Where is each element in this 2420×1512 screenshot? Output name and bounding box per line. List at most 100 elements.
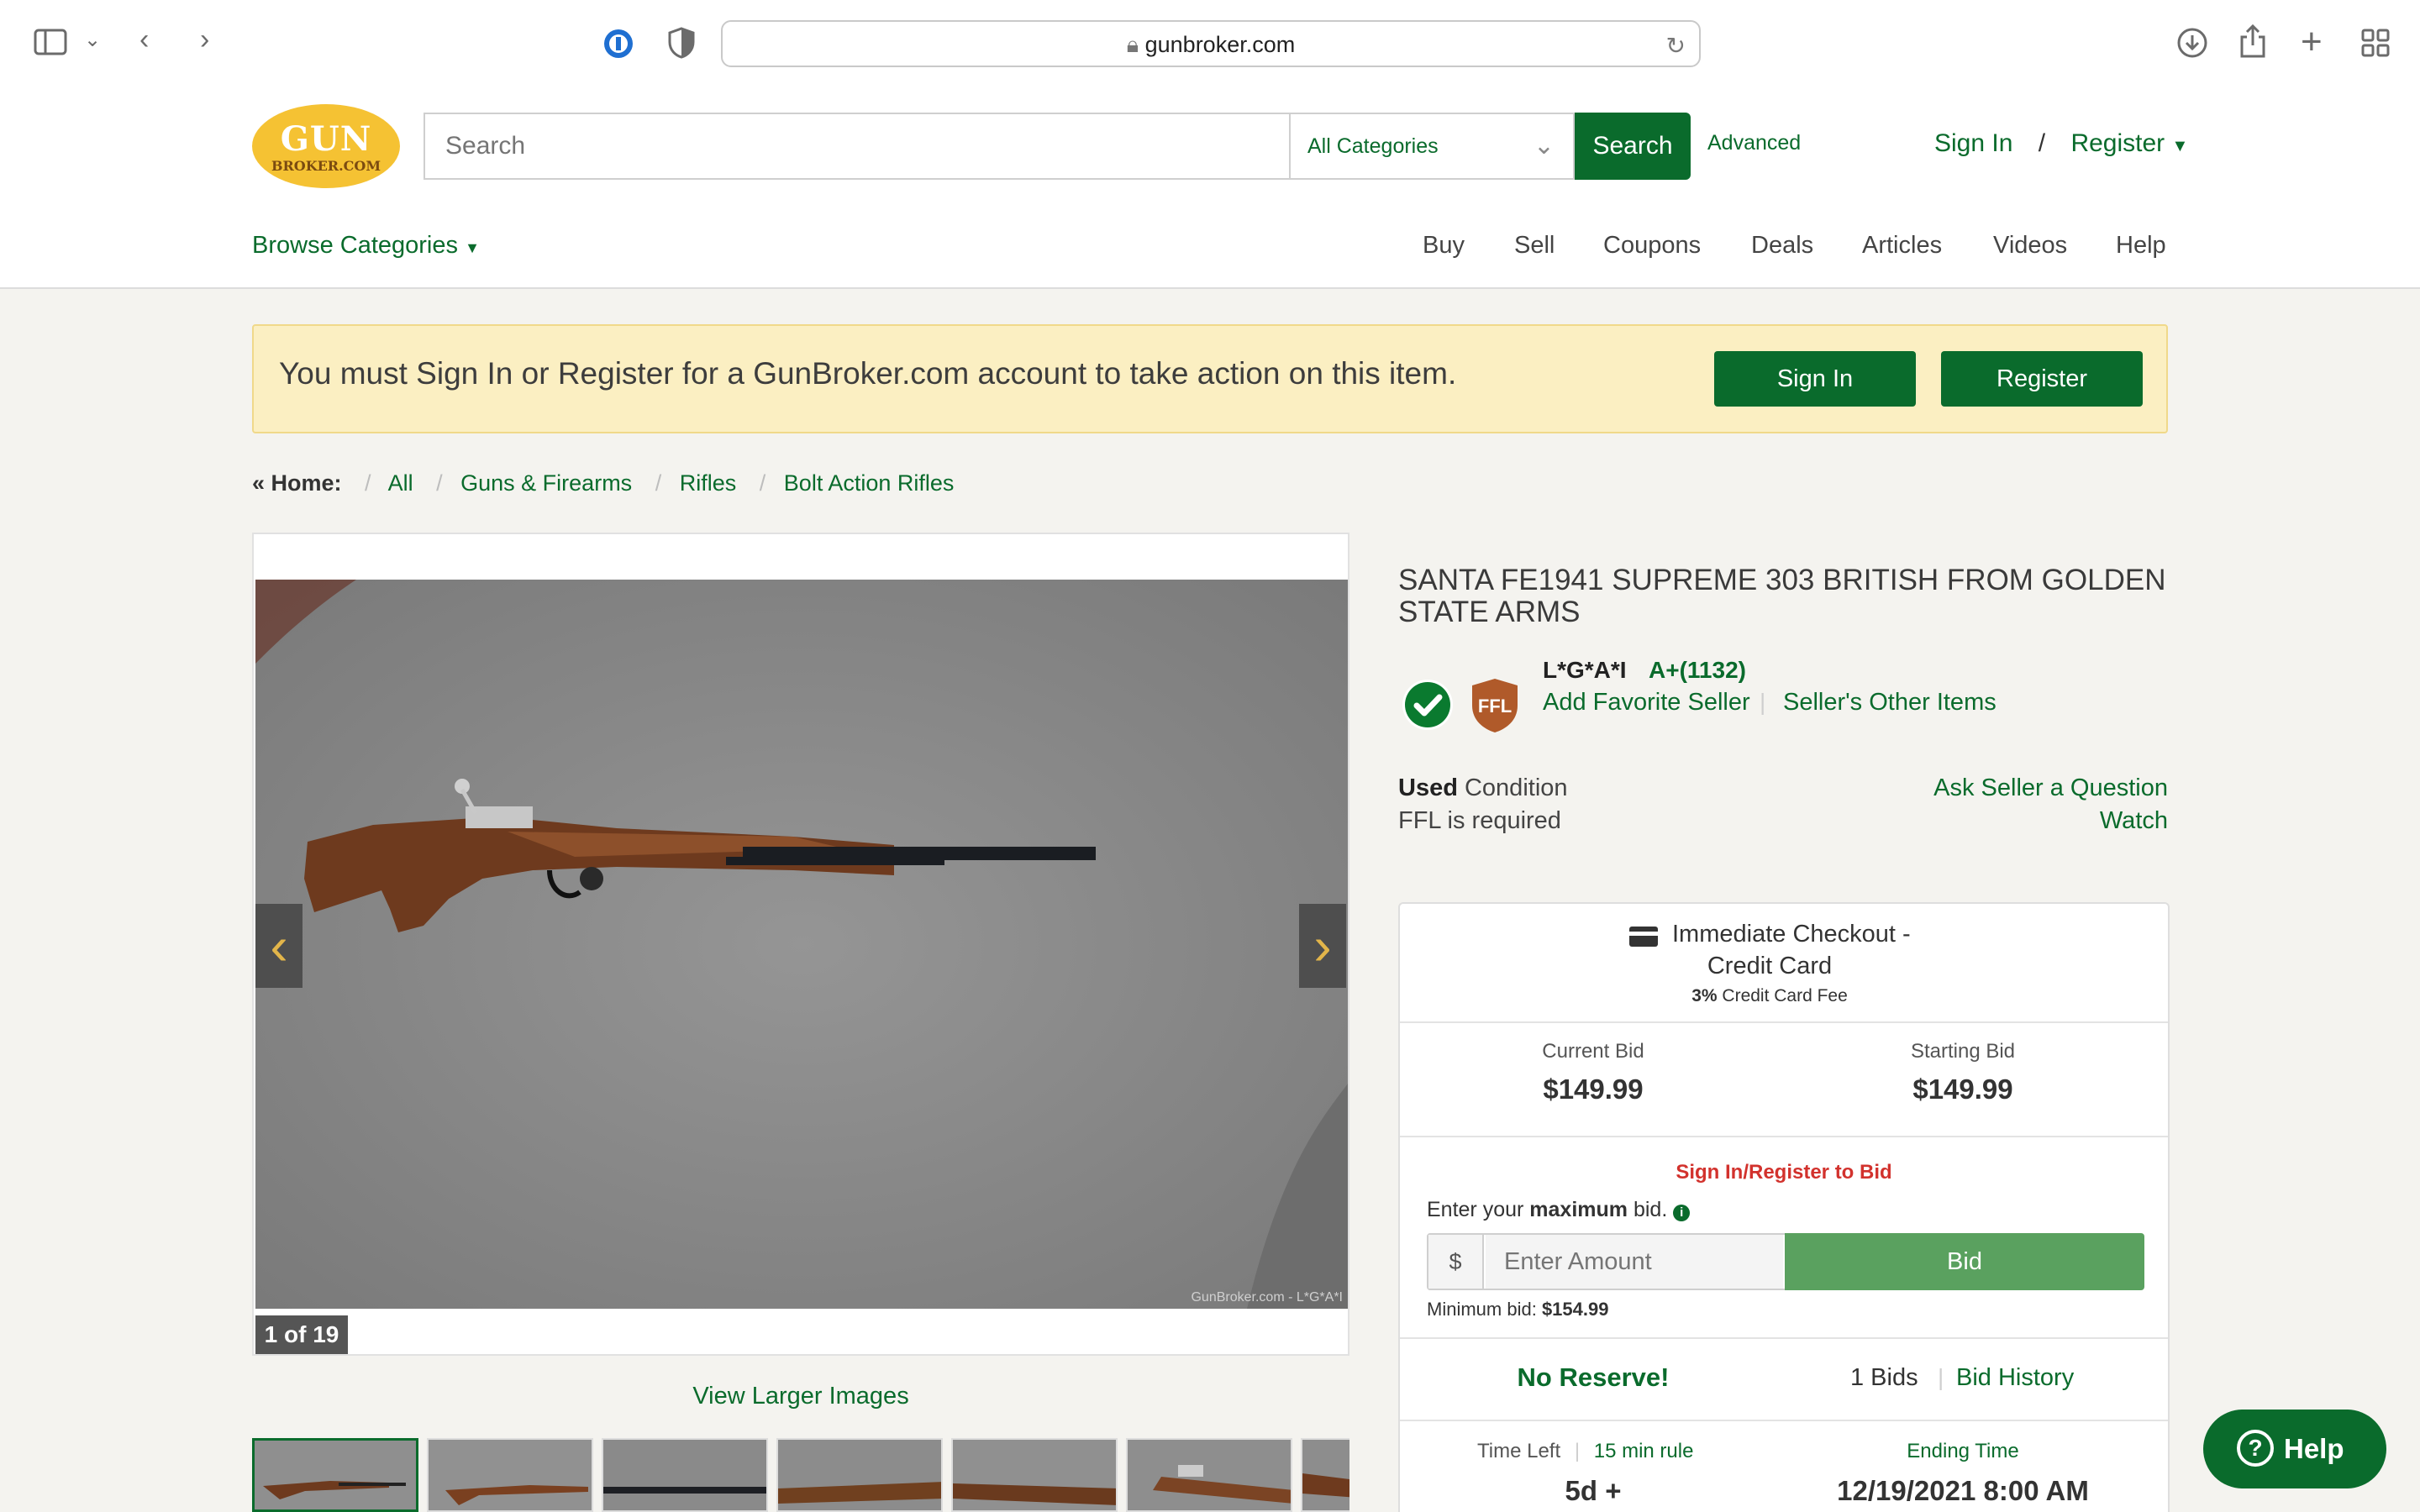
checkout-title-line2: Credit Card [1707,953,1833,979]
credit-card-fee: 3% Credit Card Fee [1400,986,2139,1006]
watch-link[interactable]: Watch [2100,807,2168,835]
sellers-other-items-link[interactable]: Seller's Other Items [1783,689,1996,717]
credit-card-icon [1628,926,1659,952]
nav-sell[interactable]: Sell [1514,232,1555,260]
thumbnail[interactable] [427,1438,593,1512]
caret-down-icon: ▼ [465,239,480,256]
account-links: Sign In / Register ▼ [1934,129,2188,158]
add-favorite-seller-link[interactable]: Add Favorite Seller [1543,689,1750,717]
new-tab-icon[interactable]: + [2301,24,2323,60]
enter-prefix: Enter your [1427,1198,1524,1221]
link-divider: | [1760,689,1766,715]
max-bid-instruction: Enter your maximum bid. i [1427,1198,1691,1222]
logo-text-brokercom: BROKER.COM [271,158,381,174]
photo-watermark: GunBroker.com - L*G*A*I [1191,1290,1343,1305]
address-bar[interactable]: 🔒︎ gunbroker.com ↻ [721,20,1701,67]
forward-icon[interactable]: › [200,25,209,54]
breadcrumb-guns-firearms[interactable]: Guns & Firearms [460,470,632,496]
thumbnail[interactable] [776,1438,943,1512]
thumbnail[interactable] [951,1438,1118,1512]
category-select[interactable]: All Categories ⌄ [1289,113,1575,180]
info-icon[interactable]: i [1673,1205,1691,1221]
divider [1400,1420,2168,1421]
minimum-bid: Minimum bid: $154.99 [1427,1299,1608,1320]
shield-icon[interactable] [667,27,696,64]
bid-button[interactable]: Bid [1785,1233,2144,1290]
browse-categories-label: Browse Categories [252,232,458,259]
category-select-value: All Categories [1307,134,1439,158]
ffl-badge-text: FFL [1477,696,1512,717]
bid-panel: Immediate Checkout - Credit Card 3% Cred… [1398,902,2170,1512]
tab-overview-icon[interactable] [2361,29,2390,62]
main-listing-photo[interactable]: GunBroker.com - L*G*A*I [255,580,1348,1309]
sign-in-link[interactable]: Sign In [1934,129,2012,157]
thumbnail-strip [252,1438,1349,1512]
nav-videos[interactable]: Videos [1993,232,2067,260]
seller-rating[interactable]: A+(1132) [1649,657,1746,684]
search-button[interactable]: Search [1575,113,1691,180]
share-icon[interactable] [2238,24,2267,64]
previous-image-arrow[interactable]: ‹ [255,904,302,988]
breadcrumb-separator: / [655,470,662,496]
starting-bid-label: Starting Bid [1910,1040,2016,1063]
link-divider: | [1938,1364,1944,1390]
view-larger-images-link[interactable]: View Larger Images [252,1383,1349,1410]
listing-title: SANTA FE1941 SUPREME 303 BRITISH FROM GO… [1398,564,2166,628]
nav-deals[interactable]: Deals [1751,232,1813,260]
signin-to-bid-link[interactable]: Sign In/Register to Bid [1400,1161,2168,1184]
breadcrumb-separator: / [436,470,443,496]
ask-seller-question-link[interactable]: Ask Seller a Question [1933,774,2168,802]
bid-amount-input[interactable] [1486,1235,1783,1289]
thumbnail[interactable] [1126,1438,1292,1512]
advanced-search-link[interactable]: Advanced [1707,131,1801,155]
breadcrumb-bolt-action-rifles[interactable]: Bolt Action Rifles [784,470,955,496]
next-image-arrow[interactable]: › [1299,904,1346,988]
search-input[interactable] [424,113,1289,180]
breadcrumb-rifles[interactable]: Rifles [680,470,737,496]
reload-icon[interactable]: ↻ [1666,32,1686,60]
breadcrumb-all[interactable]: All [388,470,413,496]
nav-articles[interactable]: Articles [1862,232,1942,260]
image-counter: 1 of 19 [255,1315,348,1354]
nav-help[interactable]: Help [2116,232,2166,260]
caret-down-icon[interactable]: ▼ [2172,137,2189,155]
chevron-down-icon[interactable]: ⌄ [84,30,101,50]
alert-sign-in-button[interactable]: Sign In [1714,351,1916,407]
enter-suffix: bid. [1633,1198,1668,1221]
ending-time-label: Ending Time [1907,1440,2019,1462]
thumbnail[interactable] [252,1438,418,1512]
download-icon[interactable] [2176,27,2208,64]
back-icon[interactable]: ‹ [139,25,149,54]
seller-name[interactable]: L*G*A*I [1543,657,1627,684]
nav-buy[interactable]: Buy [1423,232,1465,260]
ffl-shield-badge: FFL [1469,677,1521,734]
bid-history-link[interactable]: Bid History [1956,1364,2074,1392]
thumbnail[interactable] [602,1438,768,1512]
alert-message: You must Sign In or Register for a GunBr… [279,356,1457,391]
alert-register-button[interactable]: Register [1941,351,2143,407]
ending-time-value: 12/19/2021 8:00 AM [1837,1475,2089,1506]
register-link[interactable]: Register [2070,129,2165,157]
browse-categories-menu[interactable]: Browse Categories ▼ [252,232,480,260]
help-widget-button[interactable]: ? Help [2203,1410,2386,1488]
fifteen-min-rule-link[interactable]: 15 min rule [1594,1440,1694,1462]
password-manager-icon[interactable] [602,27,635,66]
site-header: GUN BROKER.COM All Categories ⌄ Search A… [0,84,2420,289]
enter-strong: maximum [1529,1198,1628,1221]
gunbroker-logo[interactable]: GUN BROKER.COM [252,104,400,188]
divider [1400,1136,2168,1137]
starting-bid-value: $149.99 [1912,1074,2013,1105]
sidebar-icon[interactable] [34,29,67,60]
bid-amount-group: $ Bid [1427,1233,2144,1290]
breadcrumb-home: « Home: [252,470,342,496]
thumbnail[interactable] [1301,1438,1349,1512]
sign-in-alert: You must Sign In or Register for a GunBr… [252,324,2168,433]
nav-coupons[interactable]: Coupons [1603,232,1701,260]
logo-text-gun: GUN [280,119,372,159]
divider [1400,1337,2168,1339]
help-widget-label: Help [2284,1433,2344,1464]
lock-icon: 🔒︎ [1126,32,1145,57]
fee-text: Credit Card Fee [1722,986,1848,1005]
image-gallery: GunBroker.com - L*G*A*I ‹ › 1 of 19 [252,533,1349,1356]
breadcrumb: « Home: / All / Guns & Firearms / Rifles… [252,470,959,496]
